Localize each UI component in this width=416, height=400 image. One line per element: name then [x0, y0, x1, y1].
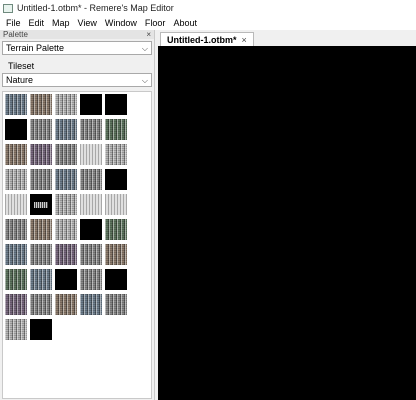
- tile-thumbnail[interactable]: [104, 143, 128, 166]
- tile-thumbnail[interactable]: [29, 143, 53, 166]
- tile-thumbnail[interactable]: [29, 118, 53, 141]
- palette-type-value: Terrain Palette: [6, 43, 65, 53]
- tile-thumbnail[interactable]: [54, 293, 78, 316]
- tile-thumbnail[interactable]: [104, 168, 128, 191]
- tile-thumbnail[interactable]: [54, 243, 78, 266]
- menu-floor[interactable]: Floor: [141, 18, 170, 28]
- tile-grid: [2, 91, 152, 399]
- tab-label: Untitled-1.otbm*: [167, 34, 237, 45]
- tile-thumbnail[interactable]: [54, 268, 78, 291]
- tile-thumbnail[interactable]: [4, 293, 28, 316]
- tile-thumbnail[interactable]: [29, 93, 53, 116]
- document-area: Untitled-1.otbm* ×: [156, 30, 416, 400]
- tile-thumbnail[interactable]: [104, 268, 128, 291]
- close-icon[interactable]: ×: [242, 35, 247, 45]
- title-bar: Untitled-1.otbm* - Remere's Map Editor: [0, 0, 416, 16]
- close-icon[interactable]: ×: [146, 30, 151, 39]
- tile-thumbnail[interactable]: [79, 143, 103, 166]
- tile-thumbnail[interactable]: [4, 193, 28, 216]
- window-title: Untitled-1.otbm* - Remere's Map Editor: [17, 3, 174, 13]
- tile-thumbnail[interactable]: [104, 93, 128, 116]
- palette-panel: Palette × Terrain Palette ⌵ Tileset Natu…: [0, 30, 155, 400]
- tile-thumbnail[interactable]: [54, 218, 78, 241]
- tileset-select[interactable]: Nature ⌵: [2, 73, 152, 87]
- tileset-value: Nature: [6, 75, 34, 85]
- tile-thumbnail[interactable]: [104, 193, 128, 216]
- tile-thumbnail[interactable]: [79, 93, 103, 116]
- tile-thumbnail[interactable]: [79, 218, 103, 241]
- palette-type-select[interactable]: Terrain Palette ⌵: [2, 41, 152, 55]
- tile-thumbnail[interactable]: [4, 243, 28, 266]
- map-canvas[interactable]: [158, 46, 416, 400]
- tile-thumbnail[interactable]: [104, 243, 128, 266]
- chevron-down-icon: ⌵: [141, 76, 148, 85]
- tile-thumbnail[interactable]: [54, 168, 78, 191]
- tileset-label: Tileset: [8, 61, 35, 71]
- tile-thumbnail[interactable]: [29, 293, 53, 316]
- menu-view[interactable]: View: [74, 18, 101, 28]
- tile-thumbnail[interactable]: [79, 243, 103, 266]
- tile-thumbnail[interactable]: [104, 293, 128, 316]
- menu-window[interactable]: Window: [101, 18, 141, 28]
- menu-about[interactable]: About: [169, 18, 201, 28]
- tile-thumbnail[interactable]: [4, 218, 28, 241]
- tile-thumbnail[interactable]: [4, 318, 28, 341]
- tab-untitled-1[interactable]: Untitled-1.otbm* ×: [160, 32, 254, 46]
- tile-thumbnail[interactable]: [29, 218, 53, 241]
- tile-thumbnail[interactable]: [79, 268, 103, 291]
- menu-bar: File Edit Map View Window Floor About: [0, 16, 416, 30]
- tile-thumbnail[interactable]: [29, 193, 53, 216]
- tile-thumbnail[interactable]: [104, 118, 128, 141]
- tile-thumbnail[interactable]: [79, 118, 103, 141]
- tile-thumbnail[interactable]: [4, 268, 28, 291]
- palette-header: Palette ×: [0, 30, 154, 39]
- menu-edit[interactable]: Edit: [25, 18, 49, 28]
- tile-thumbnail[interactable]: [29, 168, 53, 191]
- menu-file[interactable]: File: [2, 18, 25, 28]
- tile-thumbnail[interactable]: [29, 318, 53, 341]
- tile-thumbnail[interactable]: [54, 193, 78, 216]
- chevron-down-icon: ⌵: [141, 44, 148, 53]
- tile-thumbnail[interactable]: [79, 168, 103, 191]
- tile-thumbnail[interactable]: [4, 168, 28, 191]
- tile-thumbnail[interactable]: [4, 143, 28, 166]
- tile-thumbnail[interactable]: [4, 118, 28, 141]
- tile-thumbnail[interactable]: [54, 93, 78, 116]
- tile-thumbnail[interactable]: [54, 118, 78, 141]
- tile-thumbnail[interactable]: [79, 193, 103, 216]
- tile-thumbnail[interactable]: [29, 243, 53, 266]
- tile-thumbnail[interactable]: [54, 143, 78, 166]
- app-icon: [3, 3, 13, 13]
- tile-thumbnail[interactable]: [29, 268, 53, 291]
- menu-map[interactable]: Map: [48, 18, 74, 28]
- tile-thumbnail[interactable]: [4, 93, 28, 116]
- palette-title: Palette: [3, 30, 28, 39]
- tile-thumbnail[interactable]: [104, 218, 128, 241]
- tile-thumbnail[interactable]: [79, 293, 103, 316]
